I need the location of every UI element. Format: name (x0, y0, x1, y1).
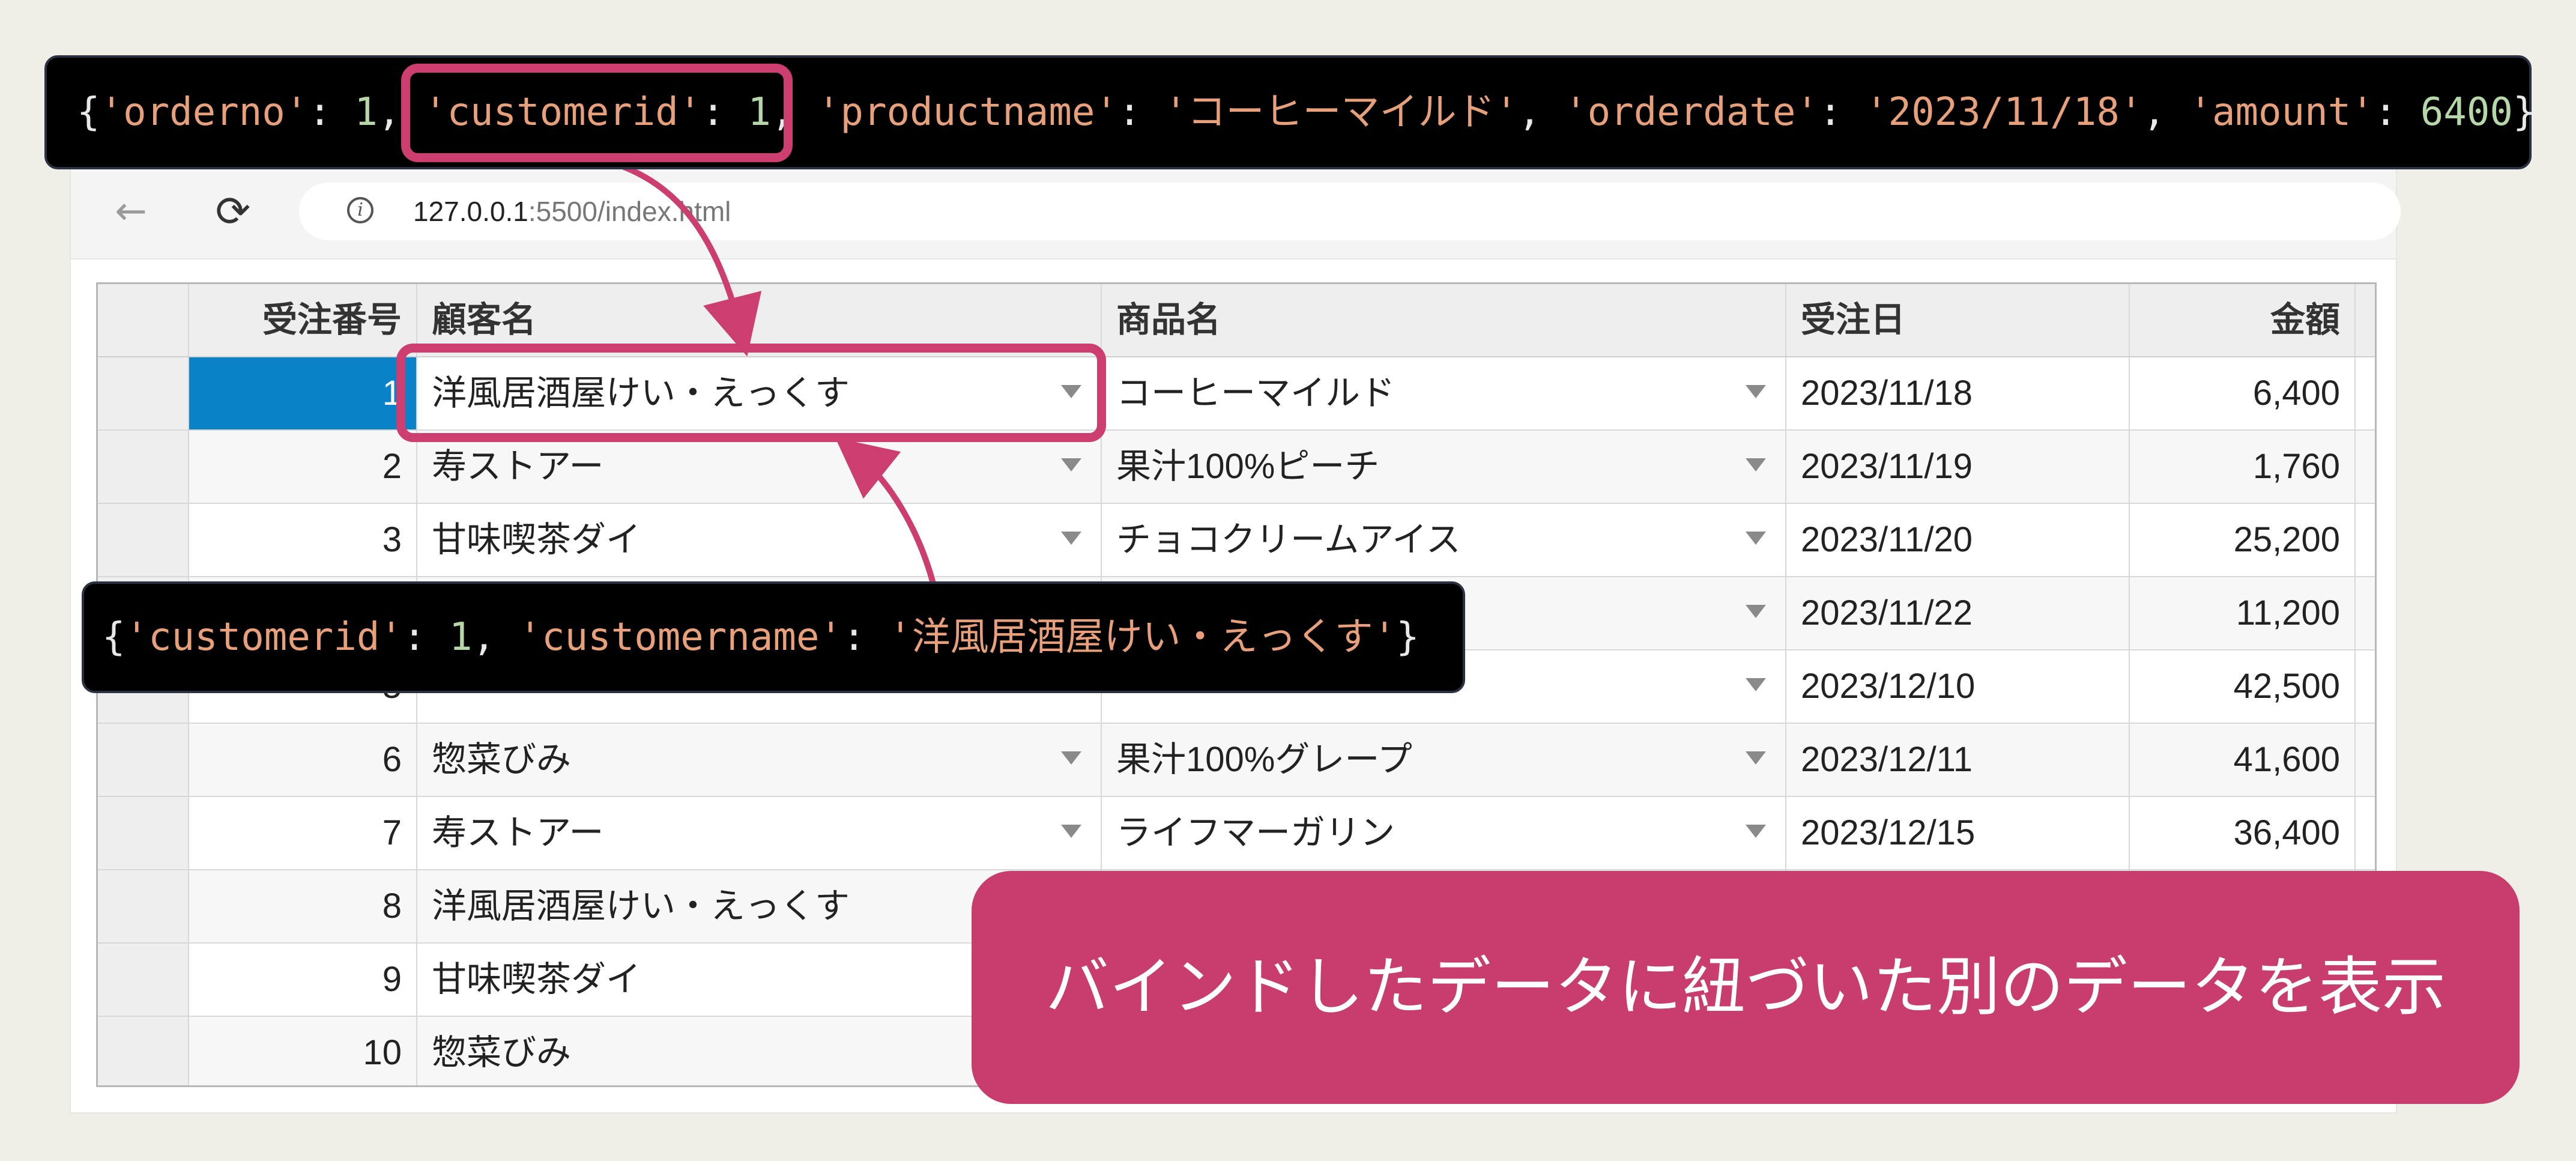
code-token: 'orderno' (100, 90, 309, 135)
customer-record-code: {'customerid': 1, 'customername': '洋風居酒屋… (82, 581, 1465, 693)
code-token: } (1396, 615, 1420, 659)
code-token: 1 (354, 90, 378, 135)
highlight-customerid (401, 64, 793, 162)
code-token: { (77, 90, 100, 135)
code-token: 'productname' (817, 90, 1118, 135)
code-token: '洋風居酒屋けい・えっくす' (889, 615, 1397, 659)
code-token: 'orderdate' (1564, 90, 1819, 135)
code-token: , (1518, 90, 1565, 135)
code-token: 1 (449, 615, 473, 659)
arrow-to-lookup (835, 437, 937, 587)
caption-banner: バインドしたデータに紐づいた別のデータを表示 (972, 871, 2520, 1104)
code-token: 'コーヒーマイルド' (1164, 90, 1519, 135)
code-token: 6400 (2420, 90, 2513, 135)
code-token: 'amount' (2189, 90, 2374, 135)
code-token: } (2512, 90, 2536, 135)
code-token: : (1818, 90, 1865, 135)
arrow-to-grid-cell (605, 158, 762, 357)
code-token: , (2142, 90, 2189, 135)
page-frame: ← ⟳ i 127.0.0.1:5500/index.html 受注番号 顧客名… (0, 0, 2576, 1161)
code-token: '2023/11/18' (1865, 90, 2143, 135)
code-token: 'customerid' (125, 615, 403, 659)
code-token: 'customername' (518, 615, 842, 659)
code-token: : (402, 615, 449, 659)
code-token: : (308, 90, 355, 135)
code-token: : (1117, 90, 1164, 135)
code-token: , (472, 615, 519, 659)
code-token: { (102, 615, 125, 659)
code-token: : (2374, 90, 2420, 135)
code-token: : (842, 615, 889, 659)
